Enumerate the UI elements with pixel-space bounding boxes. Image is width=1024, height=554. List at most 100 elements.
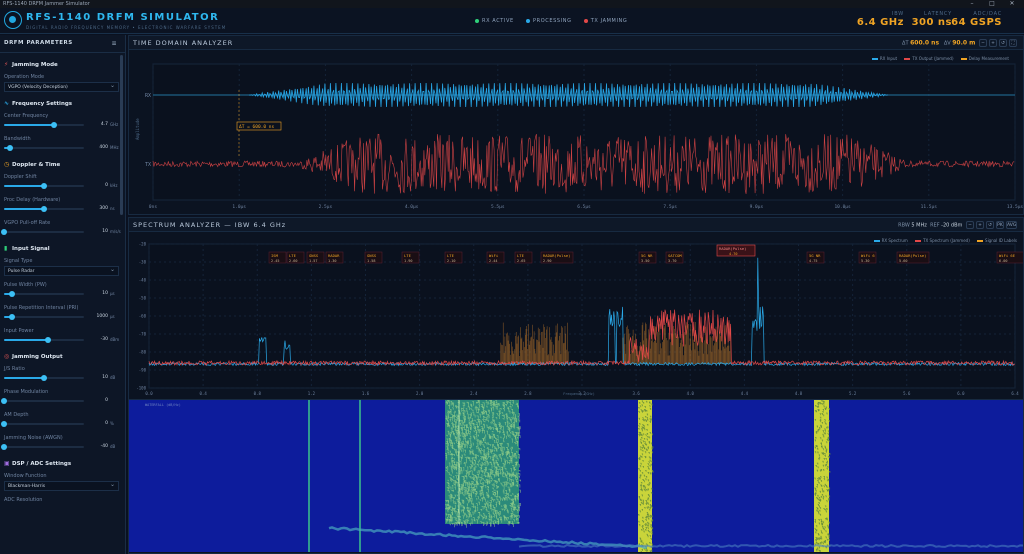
slider-thumb[interactable]	[1, 444, 7, 450]
sidebar-header: DRFM PARAMETERS ≡	[0, 35, 125, 53]
slider-track[interactable]	[4, 291, 84, 297]
waterfall-background	[129, 400, 1023, 552]
sidebar-scrollbar[interactable]	[120, 55, 123, 215]
window-function-select[interactable]: Blackman-Harris	[4, 480, 119, 491]
slider-thumb[interactable]	[41, 183, 47, 189]
app-subtitle: DIGITAL RADIO FREQUENCY MEMORY • ELECTRO…	[26, 25, 227, 30]
metric-ibw: IBW 6.4 GHz	[856, 11, 904, 28]
doppler-shift-slider[interactable]: 0 kHz	[0, 181, 125, 191]
reset-zoom-icon[interactable]: ↺	[999, 39, 1007, 47]
y-tick-label: -40	[139, 278, 147, 283]
section-jamming-mode[interactable]: ⚡ Jamming Mode	[0, 61, 125, 68]
slider-track[interactable]	[1, 229, 84, 235]
slider-track[interactable]	[1, 398, 84, 404]
signal-id-name: 5G NR	[641, 253, 653, 258]
slider-value[interactable]: -40	[88, 443, 108, 451]
signal-id-name: GNSS	[309, 253, 319, 258]
slider-thumb[interactable]	[1, 229, 7, 235]
slider-value[interactable]: 0	[88, 182, 108, 190]
slider-thumb[interactable]	[1, 421, 7, 427]
fullscreen-icon[interactable]: ⛶	[1009, 39, 1017, 47]
phase-mod-slider[interactable]: 0	[0, 396, 125, 406]
slider-thumb[interactable]	[9, 291, 15, 297]
x-tick-label: 4.0μs	[405, 204, 419, 210]
slider-value[interactable]: 4.7	[88, 121, 108, 129]
wave-icon: ∿	[4, 100, 10, 107]
input-power-slider[interactable]: -30 dBm	[0, 335, 125, 345]
slider-value[interactable]: 400	[88, 144, 108, 152]
signal-id-freq: 2.45	[271, 259, 279, 263]
slider-track[interactable]	[4, 375, 84, 381]
operation-mode-select[interactable]: VGPO (Velocity Deception)	[4, 81, 119, 92]
slider-track[interactable]	[4, 337, 84, 343]
slider-value[interactable]: 1000	[88, 313, 108, 321]
slider-thumb[interactable]	[45, 337, 51, 343]
section-frequency[interactable]: ∿ Frequency Settings	[0, 100, 125, 107]
radar-logo-icon	[4, 11, 22, 29]
menu-icon[interactable]: ≡	[111, 40, 117, 47]
slider-thumb[interactable]	[9, 314, 15, 320]
slider-thumb[interactable]	[41, 375, 47, 381]
maximize-icon[interactable]: □	[982, 0, 1002, 8]
slider-thumb[interactable]	[50, 122, 57, 128]
slider-thumb[interactable]	[41, 206, 47, 212]
slider-track[interactable]	[4, 145, 84, 151]
spectrum-plot[interactable]: -20 -30 -40 -50 -60 -70 -80 -90 -1000.0 0.4 0.8 1.2…	[129, 232, 1023, 399]
slider-fill	[4, 377, 44, 379]
slider-value[interactable]: 10	[88, 228, 108, 236]
jamming-noise-slider[interactable]: -40 dB	[0, 442, 125, 452]
peak-button[interactable]: PK	[996, 221, 1004, 229]
minimize-icon[interactable]: –	[962, 0, 982, 8]
slider-thumb[interactable]	[1, 398, 7, 404]
slider-fill	[4, 185, 44, 187]
slider-track[interactable]	[4, 206, 84, 212]
center-frequency-slider[interactable]: 4.7 GHz	[0, 120, 125, 130]
pulloff-rate-slider[interactable]: 10 m/s/s	[0, 227, 125, 237]
zoom-in-button[interactable]: +	[989, 39, 997, 47]
pulse-width-slider[interactable]: 10 µs	[0, 289, 125, 299]
slider-value[interactable]: 300	[88, 205, 108, 213]
am-depth-slider[interactable]: 0%	[0, 419, 125, 429]
slider-track[interactable]	[4, 122, 84, 128]
x-tick-label: 2.4	[470, 391, 478, 396]
highlight-signal-freq: 4.70	[729, 252, 737, 256]
y-tick-label: -20	[139, 242, 147, 247]
slider-track[interactable]	[4, 183, 84, 189]
spectrum-controls: RBW 5 MHz REF -20 dBm − + ↺ PK AVG	[898, 221, 1017, 229]
signal-id-freq: 6.00	[999, 259, 1007, 263]
zoom-out-button[interactable]: −	[966, 221, 974, 229]
time-domain-plot[interactable]: 0ns 1.0μs 2.5μs 4.0μs 5.5μs 6.5μs 7.5μs 9.0μs 10…	[129, 50, 1023, 214]
waterfall-plot[interactable]: WATERFALL (dB/Hz)	[129, 400, 1023, 552]
slider-value[interactable]: 10	[88, 290, 108, 298]
slider-track[interactable]	[1, 421, 84, 427]
slider-unit: %	[110, 421, 114, 426]
zoom-in-button[interactable]: +	[976, 221, 984, 229]
slider-unit: dB	[110, 375, 116, 380]
close-icon[interactable]: ✕	[1002, 0, 1022, 8]
pri-slider[interactable]: 1000 µs	[0, 312, 125, 322]
signal-type-select[interactable]: Pulse Radar	[4, 265, 119, 276]
slider-value[interactable]: 0	[88, 397, 108, 405]
slider-track[interactable]	[1, 444, 84, 450]
slider-value[interactable]: 10	[88, 374, 108, 382]
x-tick-label: 2.5μs	[319, 204, 333, 210]
metric-latency: LATENCY 300 ns	[911, 11, 952, 28]
am-depth-label: AM Depth	[4, 412, 29, 418]
slider-thumb[interactable]	[7, 145, 14, 151]
slider-track[interactable]	[4, 314, 84, 320]
section-dsp[interactable]: ▣ DSP / ADC Settings	[0, 460, 125, 467]
section-doppler[interactable]: ◷ Doppler & Time	[0, 161, 125, 168]
section-jamming-output[interactable]: ◎ Jamming Output	[0, 353, 125, 360]
slider-value[interactable]: -30	[88, 336, 108, 344]
slider-value[interactable]: 0	[88, 420, 108, 428]
zoom-out-button[interactable]: −	[979, 39, 987, 47]
proc-delay-slider[interactable]: 300 ns	[0, 204, 125, 214]
bandwidth-slider[interactable]: 400 MHz	[0, 143, 125, 153]
waterfall-title: WATERFALL (dB/Hz)	[145, 403, 181, 407]
section-input-signal[interactable]: ▮ Input Signal	[0, 245, 125, 252]
signal-id-freq: 2.10	[447, 259, 455, 263]
reset-icon[interactable]: ↺	[986, 221, 994, 229]
js-ratio-slider[interactable]: 10 dB	[0, 373, 125, 383]
avg-button[interactable]: AVG	[1006, 221, 1017, 229]
x-tick-label: 0.4	[200, 391, 208, 396]
